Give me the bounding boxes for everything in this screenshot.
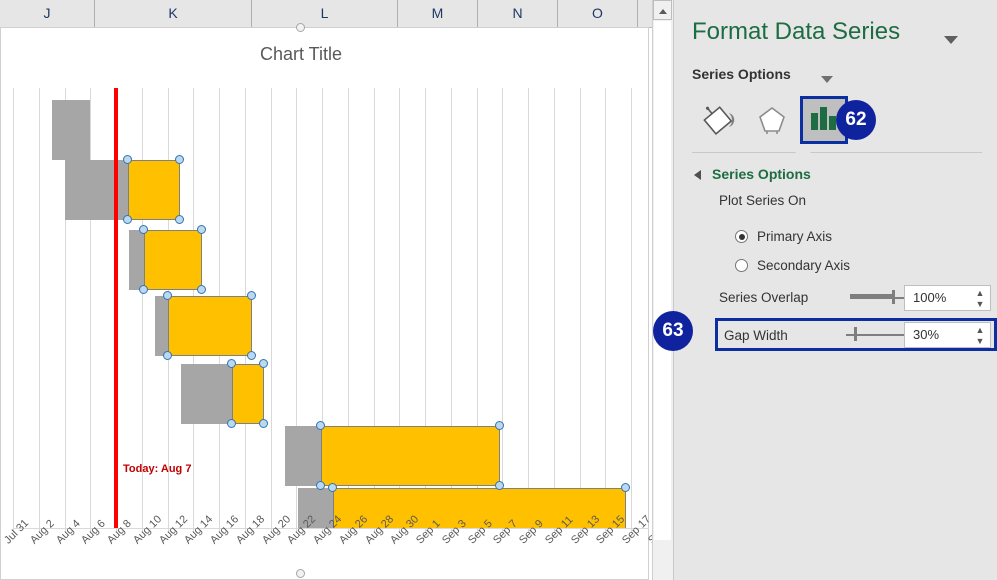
gray-bar[interactable]: [65, 160, 128, 220]
series-selection-handle[interactable]: [259, 419, 268, 428]
gridline: [142, 88, 143, 528]
column-header-K[interactable]: K: [95, 0, 252, 27]
gridline: [631, 88, 632, 528]
amber-bar[interactable]: [144, 230, 202, 290]
chevron-down-icon[interactable]: [821, 76, 833, 83]
series-selection-handle[interactable]: [123, 215, 132, 224]
paint-bucket-icon: [703, 106, 735, 135]
amber-bar[interactable]: [321, 426, 500, 486]
series-overlap-slider-knob[interactable]: [892, 290, 895, 304]
gap-width-spinner[interactable]: 30% ▲ ▼: [904, 322, 991, 348]
series-selection-handle[interactable]: [175, 155, 184, 164]
pane-subtitle-dropdown[interactable]: Series Options: [692, 66, 833, 83]
secondary-axis-radio[interactable]: [735, 259, 748, 272]
series-selection-handle[interactable]: [328, 483, 337, 492]
series-selection-handle[interactable]: [316, 481, 325, 490]
series-selection-handle[interactable]: [247, 351, 256, 360]
column-header-M[interactable]: M: [398, 0, 478, 27]
gridline: [271, 88, 272, 528]
gridline: [39, 88, 40, 528]
fill-line-tab[interactable]: [696, 96, 744, 144]
section-collapse-icon[interactable]: [694, 170, 701, 180]
pane-title-dropdown-icon[interactable]: [944, 36, 958, 44]
primary-axis-label[interactable]: Primary Axis: [757, 229, 832, 244]
column-header-N[interactable]: N: [478, 0, 558, 27]
series-selection-handle[interactable]: [163, 291, 172, 300]
series-overlap-slider-fill[interactable]: [850, 294, 894, 299]
annotation-badge-62: 62: [836, 100, 876, 140]
series-selection-handle[interactable]: [316, 421, 325, 430]
series-selection-handle[interactable]: [259, 359, 268, 368]
chart-title[interactable]: Chart Title: [1, 44, 601, 65]
scroll-up-arrow-icon[interactable]: [653, 0, 672, 20]
gridline: [580, 88, 581, 528]
series-selection-handle[interactable]: [495, 481, 504, 490]
pane-divider: [692, 152, 982, 153]
series-selection-handle[interactable]: [247, 291, 256, 300]
series-overlap-label: Series Overlap: [719, 290, 809, 305]
selected-tab-pointer-icon: [794, 146, 812, 154]
pentagon-icon: [759, 107, 785, 134]
series-selection-handle[interactable]: [123, 155, 132, 164]
chart-top-handle[interactable]: [296, 23, 305, 32]
series-selection-handle[interactable]: [175, 215, 184, 224]
column-header-L[interactable]: L: [252, 0, 398, 27]
gap-width-label: Gap Width: [724, 328, 788, 343]
vertical-scrollbar[interactable]: [652, 0, 673, 580]
amber-bar[interactable]: [168, 296, 252, 356]
gridline: [528, 88, 529, 528]
format-data-series-pane: Format Data Series Series Options Series…: [673, 0, 997, 580]
pane-subtitle-label: Series Options: [692, 66, 791, 82]
plot-area[interactable]: Today: Aug 7: [13, 88, 649, 528]
amber-bar[interactable]: [333, 488, 626, 528]
series-overlap-spinner[interactable]: 100% ▲ ▼: [904, 285, 991, 311]
scrollbar-thumb[interactable]: [654, 21, 671, 540]
chart-bottom-handle[interactable]: [296, 569, 305, 578]
effects-tab[interactable]: [748, 96, 796, 144]
series-selection-handle[interactable]: [621, 483, 630, 492]
spreadsheet-area: JKLMNO Chart Title Today: Aug 7 Jul 31 Au…: [0, 0, 679, 580]
gridline: [13, 88, 14, 528]
series-selection-handle[interactable]: [227, 359, 236, 368]
gray-bar[interactable]: [181, 364, 233, 424]
series-selection-handle[interactable]: [495, 421, 504, 430]
amber-bar[interactable]: [128, 160, 180, 220]
series-options-section-heading: Series Options: [712, 166, 811, 182]
column-header-row: JKLMNO: [0, 0, 652, 28]
column-header-J[interactable]: J: [0, 0, 95, 27]
gridline: [90, 88, 91, 528]
amber-bar[interactable]: [232, 364, 264, 424]
gap-width-value[interactable]: 30%: [913, 327, 939, 342]
pane-title: Format Data Series: [692, 18, 901, 45]
series-selection-handle[interactable]: [139, 225, 148, 234]
primary-axis-radio[interactable]: [735, 230, 748, 243]
series-overlap-stepper-icon[interactable]: ▲ ▼: [975, 288, 985, 310]
screenshot-root: JKLMNO Chart Title Today: Aug 7 Jul 31 Au…: [0, 0, 997, 580]
column-header-O[interactable]: O: [558, 0, 638, 27]
series-selection-handle[interactable]: [227, 419, 236, 428]
chart-object[interactable]: Chart Title Today: Aug 7 Jul 31 Aug 2 Aug …: [0, 23, 679, 580]
today-vertical-line[interactable]: [114, 88, 118, 528]
gridline: [502, 88, 503, 528]
x-axis-tick-label: Jul 31: [2, 517, 32, 547]
today-annotation-label[interactable]: Today: Aug 7: [123, 463, 191, 475]
gray-bar[interactable]: [52, 100, 90, 160]
series-selection-handle[interactable]: [163, 351, 172, 360]
gap-width-stepper-icon[interactable]: ▲ ▼: [975, 325, 985, 347]
secondary-axis-label[interactable]: Secondary Axis: [757, 258, 850, 273]
gap-width-slider-knob[interactable]: [854, 327, 857, 341]
series-overlap-value[interactable]: 100%: [913, 290, 946, 305]
series-selection-handle[interactable]: [197, 225, 206, 234]
series-selection-handle[interactable]: [139, 285, 148, 294]
plot-series-on-label: Plot Series On: [719, 193, 807, 208]
annotation-badge-63: 63: [653, 311, 693, 351]
gridline: [605, 88, 606, 528]
gridline: [554, 88, 555, 528]
series-selection-handle[interactable]: [197, 285, 206, 294]
